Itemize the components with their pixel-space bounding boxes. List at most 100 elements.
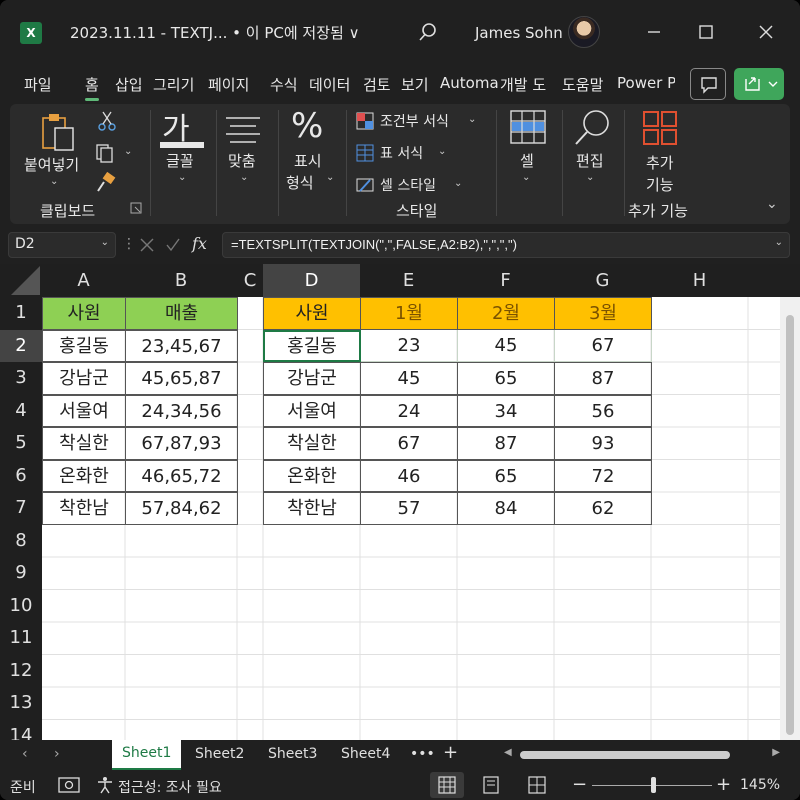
vertical-scrollbar[interactable] [780, 297, 800, 740]
result-cell-value[interactable]: 65 [457, 459, 555, 492]
sheet-tab-sheet2[interactable]: Sheet2 [195, 746, 244, 762]
more-sheets-icon[interactable]: ••• [410, 746, 435, 762]
row-header[interactable]: 10 [0, 589, 42, 622]
scroll-left-arrow-icon[interactable]: ◀ [504, 747, 512, 758]
column-header-a[interactable]: A [42, 264, 125, 297]
add-sheet-button[interactable]: + [443, 742, 458, 763]
page-layout-icon[interactable] [480, 775, 502, 795]
result-cell-value[interactable]: 67 [555, 329, 652, 362]
horizontal-scrollbar[interactable]: ◀ ▶ [502, 747, 782, 762]
minimize-icon[interactable] [640, 18, 668, 46]
search-icon[interactable] [416, 20, 440, 44]
name-box[interactable]: D2 ⌄ [8, 232, 116, 258]
result-cell-value[interactable]: 84 [457, 492, 555, 525]
copy-dropdown-icon[interactable]: ⌄ [124, 146, 132, 157]
row-header[interactable]: 11 [0, 622, 42, 655]
source-cell-name[interactable]: 온화한 [42, 459, 126, 492]
tab-draw[interactable]: 그리기 [153, 74, 194, 95]
font-dropdown-icon[interactable]: ⌄ [178, 172, 186, 183]
select-all-button[interactable] [0, 264, 42, 297]
column-header-g[interactable]: G [554, 264, 651, 297]
result-cell-value[interactable]: 72 [554, 459, 652, 492]
result-cell-name[interactable]: 홍길동 [263, 329, 361, 362]
result-cell-value[interactable]: 46 [360, 459, 458, 492]
result-cell-value[interactable]: 62 [554, 492, 652, 525]
dialog-launcher-icon[interactable] [130, 202, 142, 214]
result-header-month[interactable]: 2월 [457, 297, 555, 330]
tab-review[interactable]: 검토 [363, 74, 391, 95]
result-cell-value[interactable]: 45 [458, 329, 555, 362]
percent-icon[interactable]: % [291, 106, 323, 146]
zoom-in-icon[interactable]: + [716, 774, 731, 795]
cancel-icon[interactable] [138, 236, 156, 254]
add-ins-label-2[interactable]: 기능 [646, 174, 674, 195]
name-box-dropdown-icon[interactable]: ⌄ [101, 237, 109, 248]
conditional-format-icon[interactable] [356, 112, 374, 130]
row-header[interactable]: 13 [0, 687, 42, 720]
expand-formula-icon[interactable]: ⌄ [775, 237, 783, 248]
result-header-month[interactable]: 3월 [554, 297, 652, 330]
conditional-format-button[interactable]: 조건부 서식 [380, 111, 449, 131]
result-cell-name[interactable]: 서울여 [263, 394, 361, 427]
add-ins-icon[interactable] [642, 110, 678, 146]
normal-view-button[interactable] [430, 772, 464, 798]
format-painter-icon[interactable] [94, 172, 118, 194]
insert-function-icon[interactable]: fx [192, 234, 207, 253]
result-cell-name[interactable]: 온화한 [263, 459, 361, 492]
number-dropdown-icon[interactable]: ⌄ [326, 172, 334, 183]
scroll-right-arrow-icon[interactable]: ▶ [772, 747, 780, 758]
source-header-sales[interactable]: 매출 [125, 297, 238, 330]
vertical-scroll-thumb[interactable] [786, 315, 794, 735]
source-cell-name[interactable]: 홍길동 [42, 329, 126, 362]
source-cell-name[interactable]: 서울여 [42, 394, 126, 427]
column-header-c[interactable]: C [237, 264, 263, 297]
cell-style-button[interactable]: 셀 스타일 [380, 175, 436, 195]
font-button[interactable]: 글꼴 [166, 150, 194, 171]
sheet-tab-sheet1[interactable]: Sheet1 [112, 740, 182, 770]
result-cell-value[interactable]: 67 [360, 427, 458, 460]
macro-record-icon[interactable] [58, 776, 80, 794]
result-cell-value[interactable]: 65 [457, 362, 555, 395]
paste-button[interactable]: 붙여넣기 [24, 154, 79, 175]
scroll-right-icon[interactable]: › [54, 746, 60, 762]
result-cell-value[interactable]: 56 [554, 394, 652, 427]
align-button[interactable]: 맞춤 [228, 150, 256, 171]
result-cell-value[interactable]: 23 [361, 329, 458, 362]
avatar[interactable] [568, 16, 600, 48]
tab-insert[interactable]: 삽입 [115, 74, 143, 95]
page-break-icon[interactable] [526, 775, 548, 795]
tab-view[interactable]: 보기 [401, 74, 429, 95]
column-header-h[interactable]: H [651, 264, 748, 297]
result-cell-value[interactable]: 24 [360, 394, 458, 427]
tab-page-layout[interactable]: 페이지 [208, 74, 249, 95]
tab-help[interactable]: 도움말 [562, 74, 603, 95]
accessibility-status[interactable]: 접근성: 조사 필요 [118, 777, 222, 797]
cells-icon[interactable] [510, 110, 546, 144]
find-icon[interactable] [572, 108, 612, 148]
sheet-tab-sheet3[interactable]: Sheet3 [268, 746, 317, 762]
scroll-left-icon[interactable]: ‹ [22, 746, 28, 762]
copy-icon[interactable] [94, 142, 118, 164]
paste-icon[interactable] [40, 112, 78, 152]
align-icon[interactable] [224, 114, 262, 144]
result-cell-value[interactable]: 34 [457, 394, 555, 427]
row-header[interactable]: 7 [0, 492, 42, 525]
source-cell-sales[interactable]: 57,84,62 [125, 492, 238, 525]
table-format-button[interactable]: 표 서식 [380, 143, 423, 163]
source-cell-name[interactable]: 강남군 [42, 362, 126, 395]
result-cell-value[interactable]: 45 [360, 362, 458, 395]
row-header[interactable]: 9 [0, 557, 42, 590]
result-cell-name[interactable]: 강남군 [263, 362, 361, 395]
source-header-employee[interactable]: 사원 [42, 297, 126, 330]
cell-style-icon[interactable] [356, 176, 374, 194]
enter-icon[interactable] [164, 236, 182, 254]
result-header-month[interactable]: 1월 [360, 297, 458, 330]
document-title[interactable]: 2023.11.11 - TEXTJ... • 이 PC에 저장됨 ∨ [70, 22, 360, 43]
column-header-f[interactable]: F [457, 264, 554, 297]
row-header[interactable]: 12 [0, 654, 42, 687]
row-header[interactable]: 3 [0, 362, 42, 395]
sheet-tab-sheet4[interactable]: Sheet4 [341, 746, 390, 762]
result-cell-name[interactable]: 착실한 [263, 427, 361, 460]
column-header-d[interactable]: D [263, 264, 360, 297]
add-ins-label-1[interactable]: 추가 [646, 152, 674, 173]
